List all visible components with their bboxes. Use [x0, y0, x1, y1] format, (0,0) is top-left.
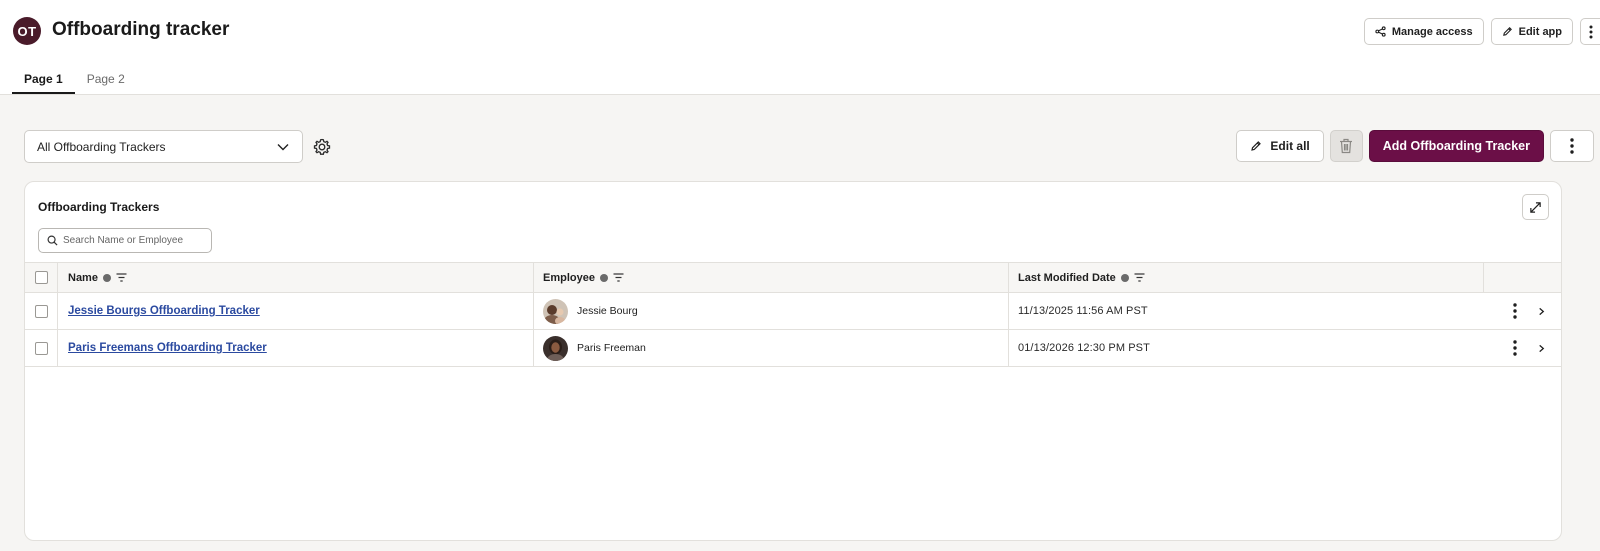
edit-app-label: Edit app [1518, 25, 1562, 38]
column-header-name[interactable]: Name [68, 263, 127, 292]
manage-access-label: Manage access [1391, 25, 1473, 38]
avatar [543, 298, 568, 324]
view-selected-label: All Offboarding Trackers [37, 139, 166, 154]
header-checkbox-cell [25, 263, 58, 292]
app-more-button[interactable] [1580, 18, 1600, 45]
expand-button[interactable] [1522, 194, 1549, 220]
info-icon[interactable] [102, 273, 111, 282]
trash-icon [1340, 138, 1353, 154]
row-open-button[interactable] [1533, 340, 1549, 356]
chevron-down-icon [277, 144, 289, 151]
employee-cell: Paris Freeman [543, 330, 646, 366]
edit-all-button[interactable]: Edit all [1236, 130, 1324, 162]
column-divider[interactable] [533, 263, 534, 292]
column-divider [1008, 293, 1009, 329]
row-checkbox-cell [25, 330, 58, 366]
tracker-name-link[interactable]: Jessie Bourgs Offboarding Tracker [68, 293, 260, 329]
filter-icon[interactable] [116, 273, 127, 282]
header-actions: Manage access Edit app [1363, 18, 1600, 45]
row-checkbox[interactable] [34, 341, 48, 355]
column-divider[interactable] [1008, 263, 1009, 292]
search-icon [47, 235, 58, 246]
table-row[interactable]: Paris Freemans Offboarding Tracker Paris… [25, 330, 1561, 367]
delete-button[interactable] [1329, 130, 1363, 162]
table-header: Name Employee Last Modified Date [25, 262, 1561, 293]
column-label: Last Modified Date [1018, 271, 1116, 284]
employee-name: Jessie Bourg [577, 305, 638, 317]
edit-all-label: Edit all [1270, 139, 1310, 153]
column-divider[interactable] [1483, 263, 1484, 292]
tab-page-2[interactable]: Page 2 [75, 63, 137, 94]
column-header-employee[interactable]: Employee [543, 263, 624, 292]
share-icon [1375, 26, 1386, 37]
select-all-checkbox[interactable] [34, 271, 48, 284]
employee-cell: Jessie Bourg [543, 293, 638, 329]
last-modified-date: 01/13/2026 12:30 PM PST [1018, 342, 1150, 354]
toolbar-more-button[interactable] [1550, 130, 1594, 162]
info-icon[interactable] [1120, 273, 1129, 282]
column-label: Name [68, 271, 98, 284]
app-title: Offboarding tracker [52, 19, 230, 40]
kebab-icon [1513, 340, 1517, 356]
app-avatar: OT [13, 17, 41, 45]
manage-access-button[interactable]: Manage access [1363, 18, 1484, 45]
column-divider [533, 293, 534, 329]
kebab-icon [1570, 138, 1574, 154]
employee-name: Paris Freeman [577, 342, 646, 354]
expand-icon [1530, 201, 1541, 213]
row-checkbox-cell [25, 293, 58, 329]
tracker-name-link[interactable]: Paris Freemans Offboarding Tracker [68, 330, 267, 366]
pencil-icon [1251, 141, 1262, 151]
search-box [38, 228, 212, 253]
kebab-icon [1513, 303, 1517, 319]
card-title: Offboarding Trackers [38, 200, 160, 214]
row-open-button[interactable] [1533, 303, 1549, 319]
kebab-icon [1589, 25, 1592, 38]
column-header-last-modified[interactable]: Last Modified Date [1018, 263, 1145, 292]
gear-icon[interactable] [312, 137, 332, 157]
row-checkbox[interactable] [34, 304, 48, 318]
info-icon[interactable] [599, 273, 608, 282]
view-selector[interactable]: All Offboarding Trackers [24, 130, 303, 163]
filter-icon[interactable] [613, 273, 624, 282]
edit-app-button[interactable]: Edit app [1490, 18, 1573, 45]
row-more-button[interactable] [1505, 338, 1525, 358]
pencil-icon [1502, 27, 1512, 36]
table-actions: Edit all Add Offboarding Tracker [1236, 130, 1594, 162]
column-divider [533, 330, 534, 366]
trackers-card: Offboarding Trackers Name Employee [24, 181, 1562, 541]
add-tracker-button[interactable]: Add Offboarding Tracker [1368, 130, 1544, 162]
tab-page-1[interactable]: Page 1 [12, 63, 75, 94]
page-tabs: Page 1 Page 2 [12, 63, 137, 94]
chevron-right-icon [1538, 307, 1544, 315]
column-label: Employee [543, 271, 595, 284]
column-divider [1008, 330, 1009, 366]
chevron-right-icon [1538, 344, 1544, 352]
avatar [543, 335, 568, 361]
search-input[interactable] [63, 235, 203, 246]
row-more-button[interactable] [1505, 301, 1525, 321]
table-row[interactable]: Jessie Bourgs Offboarding Tracker Jessie… [25, 293, 1561, 330]
last-modified-date: 11/13/2025 11:56 AM PST [1018, 305, 1148, 317]
filter-icon[interactable] [1134, 273, 1145, 282]
app-header: OT Offboarding tracker Manage access Edi… [0, 0, 1600, 95]
